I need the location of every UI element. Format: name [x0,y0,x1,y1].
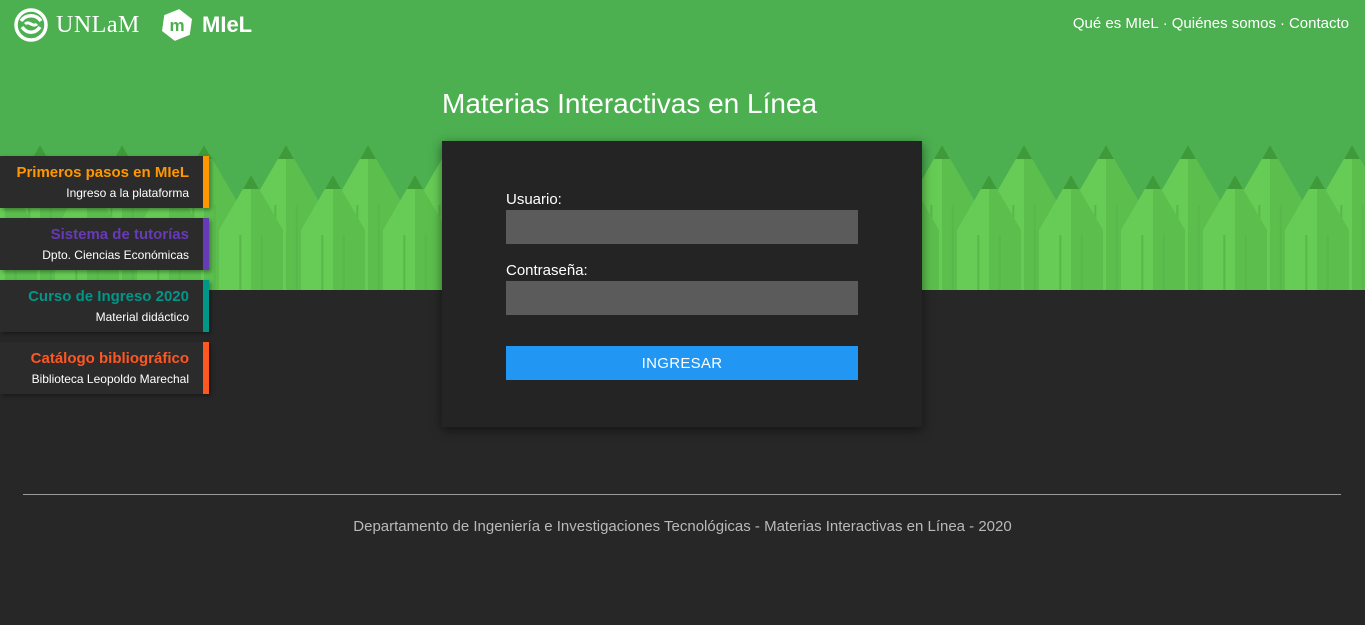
sidebar-card-title: Sistema de tutorías [50,226,189,243]
password-label: Contraseña: [506,262,588,279]
unlam-logo[interactable]: UNLaM [14,8,140,42]
sidebar-card-accent-bar [203,280,209,332]
miel-logo-text: MIeL [202,12,253,37]
miel-hexagon-icon: m [162,9,192,41]
sidebar-card-catalogo[interactable]: Catálogo bibliográfico Biblioteca Leopol… [0,342,209,394]
sidebar-card-accent-bar [203,218,209,270]
unlam-emblem-icon [14,8,48,42]
footer-divider [23,494,1341,495]
nav-link-quienes-somos[interactable]: Quiénes somos [1172,15,1276,32]
nav-separator: · [1279,15,1285,32]
password-input[interactable] [506,281,858,315]
sidebar-card-sistema-tutorias[interactable]: Sistema de tutorías Dpto. Ciencias Econó… [0,218,209,270]
nav-link-contacto[interactable]: Contacto [1289,15,1349,32]
sidebar-card-title: Primeros pasos en MIeL [16,164,189,181]
nav-link-que-es-miel[interactable]: Qué es MIeL [1073,15,1159,32]
sidebar-card-title: Curso de Ingreso 2020 [28,288,189,305]
miel-logo[interactable]: m MIeL [160,8,252,42]
login-form: Usuario: Contraseña: INGRESAR [442,141,922,427]
sidebar-card-subtitle: Biblioteca Leopoldo Marechal [31,372,189,386]
username-label: Usuario: [506,191,562,208]
sidebar-card-subtitle: Ingreso a la plataforma [66,186,189,200]
sidebar-card-subtitle: Material didáctico [95,310,189,324]
footer-text: Departamento de Ingeniería e Investigaci… [353,518,1012,535]
sidebar-card-title: Catálogo bibliográfico [30,350,189,367]
sidebar-card-accent-bar [203,342,209,394]
sidebar-card-primeros-pasos[interactable]: Primeros pasos en MIeL Ingreso a la plat… [0,156,209,208]
username-input[interactable] [506,210,858,244]
sidebar-card-accent-bar [203,156,209,208]
page-title: Materias Interactivas en Línea [442,88,818,119]
top-bar: UNLaM m MIeL Qué es MIeL · Quiénes somos… [0,0,1365,52]
nav-separator: · [1162,15,1168,32]
sidebar-card-curso-ingreso[interactable]: Curso de Ingreso 2020 Material didáctico [0,280,209,332]
sidebar-card-subtitle: Dpto. Ciencias Económicas [42,248,189,262]
miel-icon-letter: m [169,16,184,35]
unlam-logo-text: UNLaM [56,11,140,38]
top-navigation: Qué es MIeL · Quiénes somos · Contacto [1073,15,1349,32]
login-submit-button[interactable]: INGRESAR [506,346,858,380]
